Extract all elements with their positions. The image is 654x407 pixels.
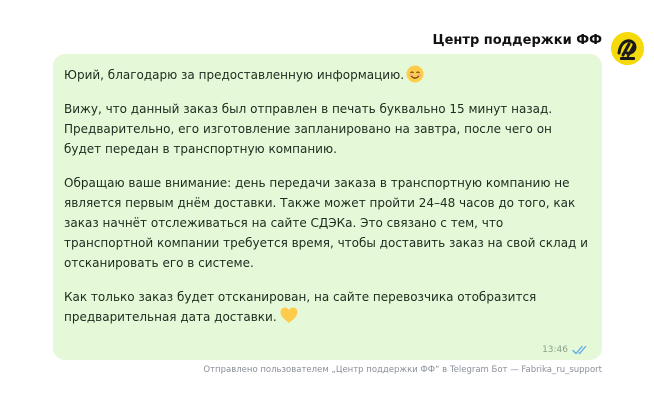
smiling-face-icon [406,65,424,83]
message-paragraph: Как только заказ будет отсканирован, на … [64,287,590,327]
message-paragraph: Юрий, благодарю за предоставленную инфор… [64,65,590,85]
fabrika-logo-icon [611,32,644,65]
message-text: Юрий, благодарю за предоставленную инфор… [64,65,590,327]
message-paragraph: Вижу, что данный заказ был отправлен в п… [64,102,553,156]
message-closing: Как только заказ будет отсканирован, на … [64,290,537,324]
double-check-icon [572,345,587,355]
message-bubble[interactable]: Юрий, благодарю за предоставленную инфор… [53,54,602,360]
message-greeting: Юрий, благодарю за предоставленную инфор… [64,68,405,82]
message-time: 13:46 [542,345,568,355]
message-paragraph: Обращаю ваше внимание: день передачи зак… [64,176,588,270]
forward-attribution: Отправлено пользователем „Центр поддержк… [203,365,602,375]
yellow-heart-icon [280,307,298,323]
sender-name: Центр поддержки ФФ [432,33,602,48]
message-meta: 13:46 [542,345,590,355]
chat-view: Центр поддержки ФФ Юрий, благодарю за пр… [0,0,654,407]
avatar[interactable] [611,32,644,65]
